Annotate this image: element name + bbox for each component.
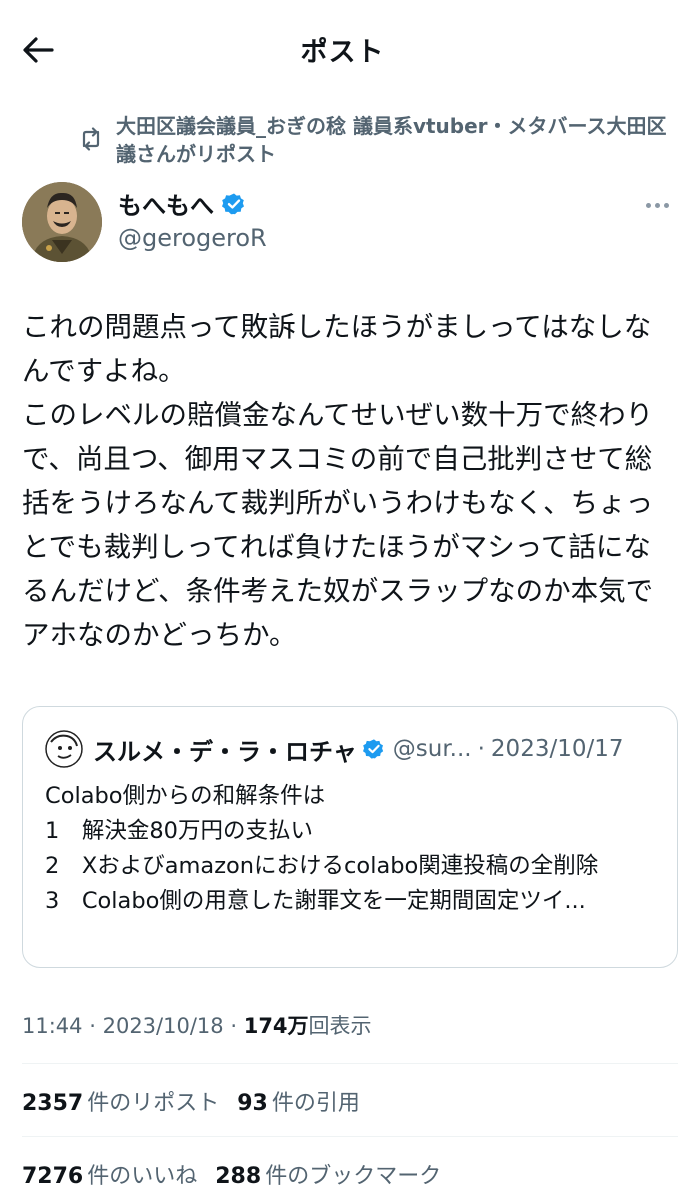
verified-badge-icon <box>222 193 244 214</box>
quote-author-name: スルメ・デ・ラ・ロチャ <box>93 737 357 766</box>
tweet-meta: 11:44 · 2023/10/18 · 174万回表示 <box>22 1010 372 1040</box>
quote-line: 2 Xおよびamazonにおけるcolabo関連投稿の全削除 <box>45 853 599 879</box>
quote-line: 3 Colabo側の用意した謝罪文を一定期間固定ツイ... <box>45 888 586 914</box>
views-count: 174万 <box>243 1014 309 1038</box>
likes-label: 件のいいね <box>87 1164 198 1189</box>
quote-line: 1 解決金80万円の支払い <box>45 818 313 844</box>
quotes-stat[interactable]: 93 件の引用 <box>237 1085 360 1117</box>
author-name[interactable]: もへもへ <box>118 186 246 221</box>
tweet-text: これの問題点って敗訴したほうがましってはなしなんですよね。 このレベルの賠償金な… <box>22 311 654 651</box>
quote-author-handle: @sur... <box>392 736 472 762</box>
quote-text: Colabo側からの和解条件は 1 解決金80万円の支払い 2 Xおよびamaz… <box>45 779 665 919</box>
quotes-count: 93 <box>237 1091 268 1116</box>
bookmarks-count: 288 <box>215 1164 262 1189</box>
divider <box>22 1063 678 1064</box>
bookmarks-label: 件のブックマーク <box>265 1164 442 1189</box>
reposts-count: 2357 <box>22 1091 84 1116</box>
quote-tweet-card[interactable]: スルメ・デ・ラ・ロチャ @sur... · 2023/10/17 Colabo側… <box>22 706 678 968</box>
quote-separator: · <box>477 736 485 762</box>
tweet-time: 11:44 <box>22 1014 83 1038</box>
likes-stat[interactable]: 7276 件のいいね <box>22 1158 197 1190</box>
more-icon[interactable] <box>637 190 677 220</box>
bookmarks-stat[interactable]: 288 件のブックマーク <box>215 1158 441 1190</box>
verified-badge-icon <box>362 739 383 759</box>
top-bar: ポスト <box>0 0 685 100</box>
reposts-label: 件のリポスト <box>87 1091 220 1116</box>
tweet-date: 2023/10/18 <box>102 1014 224 1038</box>
quote-avatar[interactable] <box>45 730 83 768</box>
quote-line: Colabo側からの和解条件は <box>45 783 326 809</box>
quote-header: スルメ・デ・ラ・ロチャ @sur... · 2023/10/17 <box>45 729 665 769</box>
quote-date: 2023/10/17 <box>490 736 624 762</box>
avatar[interactable] <box>22 182 102 262</box>
divider <box>22 1136 678 1137</box>
repost-context[interactable]: 大田区議会議員_おぎの稔 議員系vtuber・メタバース大田区議さんがリポスト <box>78 110 678 170</box>
quotes-label: 件の引用 <box>271 1091 360 1116</box>
author-name-text: もへもへ <box>118 192 214 220</box>
repost-text: 大田区議会議員_おぎの稔 議員系vtuber・メタバース大田区議さんがリポスト <box>116 114 667 166</box>
meta-separator: · <box>89 1014 96 1038</box>
views-label: 回表示 <box>308 1014 372 1038</box>
likes-count: 7276 <box>22 1164 84 1189</box>
reposts-stat[interactable]: 2357 件のリポスト <box>22 1085 219 1117</box>
page-title: ポスト <box>300 37 385 68</box>
repost-icon <box>82 127 100 151</box>
stats-row-1: 2357 件のリポスト 93 件の引用 <box>22 1085 360 1117</box>
author-handle[interactable]: @gerogeroR <box>118 224 267 252</box>
meta-separator: · <box>230 1014 238 1038</box>
stats-row-2: 7276 件のいいね 288 件のブックマーク <box>22 1158 441 1190</box>
